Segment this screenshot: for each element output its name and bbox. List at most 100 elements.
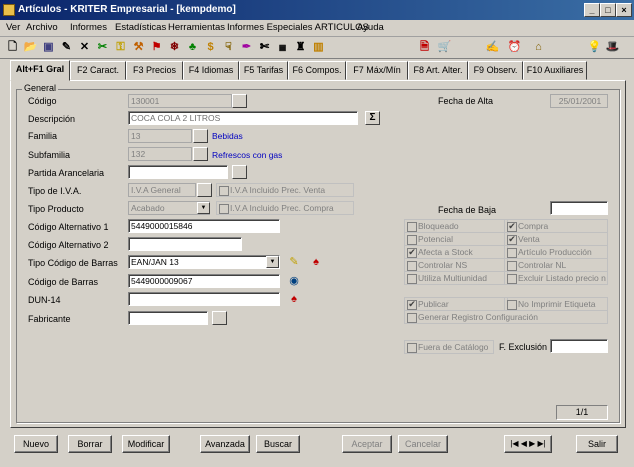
tab-auxiliares[interactable]: F10 Auxiliares <box>523 61 587 80</box>
maximize-button[interactable]: □ <box>600 3 616 17</box>
hat-icon[interactable]: 🎩 <box>604 39 621 56</box>
tab-idiomas[interactable]: F4 Idiomas <box>183 61 239 80</box>
alt1-field[interactable]: 5449000015846 <box>128 219 280 233</box>
avanzada-button[interactable]: Avanzada <box>200 435 250 453</box>
leaf-icon[interactable]: ♣ <box>184 39 201 56</box>
sigma-button[interactable]: Σ <box>365 111 380 125</box>
menu-informes-especiales[interactable]: Informes Especiales ARTICULOS <box>227 22 369 33</box>
tower-icon[interactable]: ♜ <box>292 39 309 56</box>
familia-field[interactable]: 13 <box>128 129 192 143</box>
iva-field[interactable]: I.V.A General <box>128 183 196 197</box>
cancelar-button[interactable]: Cancelar <box>398 435 448 453</box>
coins-icon[interactable]: $ <box>202 39 219 56</box>
snowflake-icon[interactable]: ❄ <box>166 39 183 56</box>
dun-field[interactable] <box>128 292 280 306</box>
delete-icon[interactable]: ✕ <box>76 39 93 56</box>
minimize-button[interactable]: _ <box>584 3 600 17</box>
controlar-nl-checkbox[interactable]: Controlar NL <box>504 258 608 272</box>
no-imprimir-checkbox[interactable]: No Imprimir Etiqueta <box>504 297 608 311</box>
record-navigator[interactable]: |◀ ◀ ▶ ▶| <box>504 435 552 453</box>
wrench-icon[interactable]: ⚒ <box>130 39 147 56</box>
page-indicator: 1/1 <box>556 405 608 420</box>
report-icon[interactable]: 🗎 <box>416 39 433 56</box>
new-document-icon[interactable]: 🗋 <box>4 39 21 56</box>
chart-bars-icon[interactable]: ▥ <box>310 39 327 56</box>
aceptar-button[interactable]: Aceptar <box>342 435 392 453</box>
hat-icon[interactable]: ♠ <box>309 255 323 269</box>
iva-incl-compra-checkbox[interactable]: I.V.A Incluido Prec. Compra <box>216 201 354 215</box>
pen-icon[interactable]: ✒ <box>238 39 255 56</box>
eye-icon[interactable]: ◉ <box>287 274 301 288</box>
key-icon[interactable]: ⚿ <box>112 39 129 56</box>
tab-compos[interactable]: F6 Compos. <box>288 61 346 80</box>
alt2-field[interactable] <box>128 237 242 251</box>
codigo-lookup-button[interactable] <box>232 94 247 108</box>
chevron-down-icon[interactable]: ▼ <box>266 256 279 268</box>
codigo-field[interactable]: 130001 <box>128 94 232 108</box>
alarm-icon[interactable]: ⏰ <box>506 39 523 56</box>
modificar-button[interactable]: Modificar <box>122 435 170 453</box>
nuevo-button[interactable]: Nuevo <box>14 435 58 453</box>
generar-registro-checkbox[interactable]: Generar Registro Configuración <box>404 310 608 324</box>
fabricante-lookup-button[interactable] <box>212 311 227 325</box>
excluir-listado-checkbox[interactable]: Excluir Listado precio n <box>504 271 608 285</box>
familia-lookup-button[interactable] <box>193 129 208 143</box>
tab-art-alter[interactable]: F8 Art. Alter. <box>408 61 468 80</box>
tipo-barras-select[interactable]: EAN/JAN 13 <box>128 255 280 269</box>
tools-icon[interactable]: ✂ <box>94 39 111 56</box>
tab-observ[interactable]: F9 Observ. <box>468 61 523 80</box>
subfamilia-lookup-button[interactable] <box>193 147 208 161</box>
lightbulb-icon[interactable]: 💡 <box>586 39 603 56</box>
tab-gral[interactable]: Alt+F1 Gral <box>10 60 70 81</box>
publicar-checkbox[interactable]: ✔ Publicar <box>404 297 508 311</box>
barras-field[interactable]: 5449000009067 <box>128 274 280 288</box>
partida-field[interactable] <box>128 165 228 179</box>
produccion-checkbox[interactable]: Artículo Producción <box>504 245 608 259</box>
descripcion-field[interactable]: COCA COLA 2 LITROS <box>128 111 358 125</box>
menu-estadisticas[interactable]: Estadísticas <box>115 22 166 33</box>
compra-checkbox[interactable]: ✔ Compra <box>504 219 608 233</box>
hat-icon[interactable]: ♠ <box>287 292 301 306</box>
potencial-checkbox[interactable]: Potencial <box>404 232 508 246</box>
fabricante-field[interactable] <box>128 311 208 325</box>
bloqueado-checkbox[interactable]: Bloqueado <box>404 219 508 233</box>
hand-icon[interactable]: ☟ <box>220 39 237 56</box>
borrar-button[interactable]: Borrar <box>68 435 112 453</box>
tab-tarifas[interactable]: F5 Tarifas <box>239 61 288 80</box>
menu-ayuda[interactable]: Ayuda <box>357 22 384 33</box>
menu-herramientas[interactable]: Herramientas <box>168 22 225 33</box>
save-disk-icon[interactable]: ▣ <box>40 39 57 56</box>
open-folder-icon[interactable]: 📂 <box>22 39 39 56</box>
controlar-ns-checkbox[interactable]: Controlar NS <box>404 258 508 272</box>
menu-archivo[interactable]: Archivo <box>26 22 58 33</box>
cart-icon[interactable]: 🛒 <box>436 39 453 56</box>
iva-lookup-button[interactable] <box>197 183 212 197</box>
fecha-baja-field[interactable] <box>550 201 608 215</box>
iva-incl-venta-checkbox[interactable]: I.V.A Incluido Prec. Venta <box>216 183 354 197</box>
menu-informes[interactable]: Informes <box>70 22 107 33</box>
tab-max-min[interactable]: F7 Máx/Mín <box>346 61 408 80</box>
multiunidad-checkbox[interactable]: Utiliza Multiunidad <box>404 271 508 285</box>
partida-lookup-button[interactable] <box>232 165 247 179</box>
buscar-button[interactable]: Buscar <box>256 435 300 453</box>
tape-icon[interactable]: ✄ <box>256 39 273 56</box>
subfamilia-field[interactable]: 132 <box>128 147 192 161</box>
puzzle-icon[interactable]: ✍ <box>484 39 501 56</box>
close-button[interactable]: × <box>616 3 632 17</box>
edit-icon[interactable]: ✎ <box>58 39 75 56</box>
tab-caract[interactable]: F2 Caract. <box>70 61 126 80</box>
box-icon[interactable]: ⌂ <box>530 39 547 56</box>
fuera-catalogo-checkbox[interactable]: Fuera de Catálogo <box>404 340 494 354</box>
eraser-icon[interactable]: ✎ <box>287 255 301 269</box>
tab-precios[interactable]: F3 Precios <box>126 61 183 80</box>
venta-checkbox[interactable]: ✔ Venta <box>504 232 608 246</box>
salir-button[interactable]: Salir <box>576 435 618 453</box>
fabricante-label: Fabricante <box>28 314 71 324</box>
afecta-stock-checkbox[interactable]: ✔ Afecta a Stock <box>404 245 508 259</box>
chevron-down-icon[interactable]: ▼ <box>197 202 210 214</box>
fecha-alta-field[interactable]: 25/01/2001 <box>550 94 608 108</box>
menu-ver[interactable]: Ver <box>6 22 20 33</box>
f-exclusion-field[interactable] <box>550 339 608 353</box>
flag-icon[interactable]: ⚑ <box>148 39 165 56</box>
calculator-icon[interactable]: ▦ <box>274 39 291 56</box>
